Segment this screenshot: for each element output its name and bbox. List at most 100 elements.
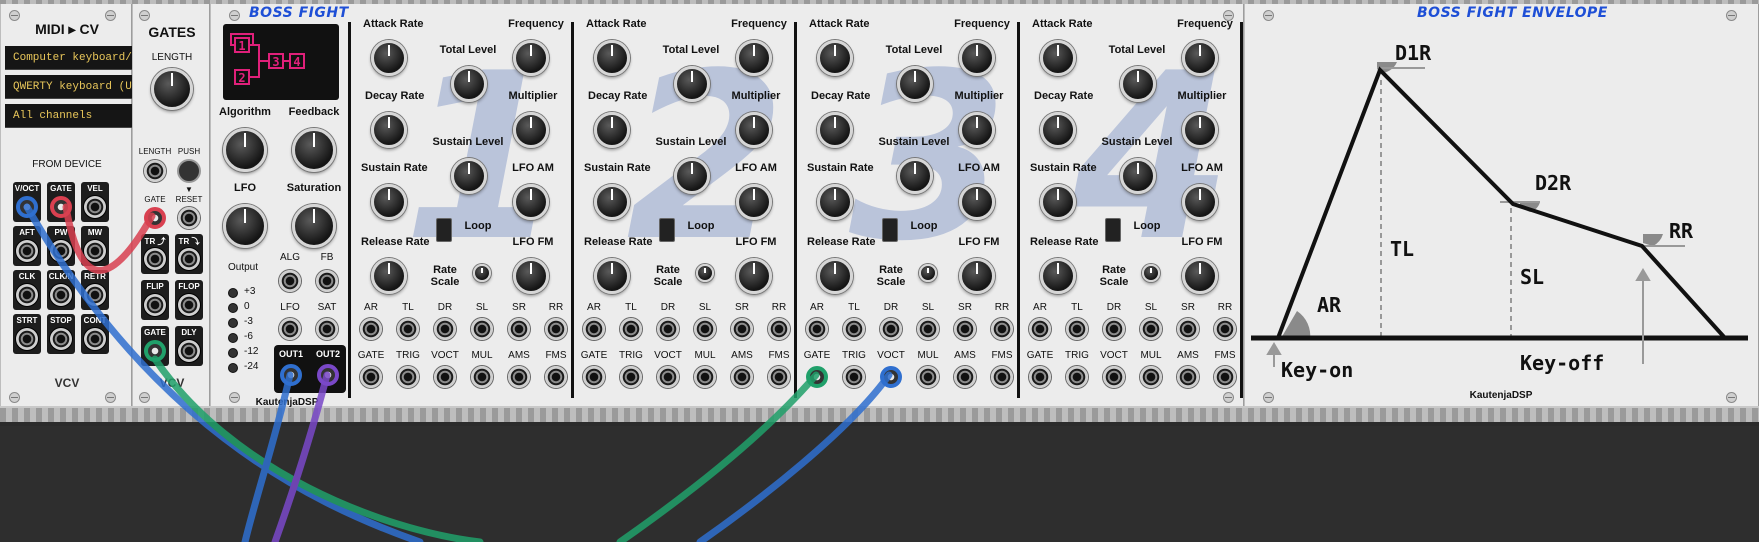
midi-driver-select[interactable]: Computer keyboard/mouse bbox=[5, 46, 132, 70]
cv-jack-sl[interactable] bbox=[694, 318, 716, 340]
cv-jack-ams[interactable] bbox=[1177, 366, 1199, 388]
voct-input-jack[interactable] bbox=[880, 366, 902, 388]
cv-jack-voct[interactable] bbox=[1103, 366, 1125, 388]
cv-jack-dr[interactable] bbox=[880, 318, 902, 340]
cv-jack-ar[interactable] bbox=[583, 318, 605, 340]
cv-jack-sl[interactable] bbox=[471, 318, 493, 340]
cv-jack-sr[interactable] bbox=[954, 318, 976, 340]
output-jack[interactable] bbox=[178, 248, 200, 270]
cv-jack-tl[interactable] bbox=[397, 318, 419, 340]
multiplier-knob[interactable] bbox=[513, 112, 549, 148]
lfo-am-knob[interactable] bbox=[736, 184, 772, 220]
cv-jack-fms[interactable] bbox=[768, 366, 790, 388]
multiplier-knob[interactable] bbox=[1182, 112, 1218, 148]
frequency-knob[interactable] bbox=[513, 40, 549, 76]
cv-jack-rr[interactable] bbox=[1214, 318, 1236, 340]
cv-jack-dr[interactable] bbox=[657, 318, 679, 340]
loop-switch[interactable] bbox=[882, 218, 898, 242]
frequency-knob[interactable] bbox=[736, 40, 772, 76]
out1-jack[interactable] bbox=[280, 364, 302, 386]
algorithm-knob[interactable] bbox=[223, 128, 267, 172]
cv-jack-gate[interactable] bbox=[1029, 366, 1051, 388]
midi-device-select[interactable]: QWERTY keyboard (US) bbox=[5, 75, 132, 99]
cv-jack-gate[interactable] bbox=[583, 366, 605, 388]
cv-jack-ar[interactable] bbox=[806, 318, 828, 340]
output-jack[interactable] bbox=[178, 294, 200, 316]
cv-jack-fms[interactable] bbox=[991, 366, 1013, 388]
rate-scale-knob[interactable] bbox=[473, 264, 491, 282]
sustain-level-knob[interactable] bbox=[451, 158, 487, 194]
cv-jack-tl[interactable] bbox=[1066, 318, 1088, 340]
total-level-knob[interactable] bbox=[451, 66, 487, 102]
sustain-rate-knob[interactable] bbox=[371, 184, 407, 220]
attack-rate-knob[interactable] bbox=[594, 40, 630, 76]
cv-jack-tl[interactable] bbox=[620, 318, 642, 340]
release-rate-knob[interactable] bbox=[1040, 258, 1076, 294]
decay-rate-knob[interactable] bbox=[817, 112, 853, 148]
cv-jack-rr[interactable] bbox=[768, 318, 790, 340]
decay-rate-knob[interactable] bbox=[1040, 112, 1076, 148]
lfo-fm-knob[interactable] bbox=[1182, 258, 1218, 294]
output-jack-clk[interactable] bbox=[16, 284, 38, 306]
cv-jack-sr[interactable] bbox=[1177, 318, 1199, 340]
attack-rate-knob[interactable] bbox=[817, 40, 853, 76]
output-jack-pw[interactable] bbox=[50, 240, 72, 262]
length-cv-jack[interactable] bbox=[144, 160, 166, 182]
decay-rate-knob[interactable] bbox=[594, 112, 630, 148]
loop-switch[interactable] bbox=[1105, 218, 1121, 242]
sustain-rate-knob[interactable] bbox=[594, 184, 630, 220]
push-button[interactable] bbox=[177, 159, 201, 183]
cv-jack-trig[interactable] bbox=[397, 366, 419, 388]
output-jack[interactable] bbox=[178, 340, 200, 362]
cv-jack-mul[interactable] bbox=[917, 366, 939, 388]
cv-jack-trig[interactable] bbox=[1066, 366, 1088, 388]
reset-jack[interactable] bbox=[178, 207, 200, 229]
multiplier-knob[interactable] bbox=[736, 112, 772, 148]
cv-jack-fms[interactable] bbox=[545, 366, 567, 388]
multiplier-knob[interactable] bbox=[959, 112, 995, 148]
output-jack-retr[interactable] bbox=[84, 284, 106, 306]
cv-jack-voct[interactable] bbox=[434, 366, 456, 388]
sat-cv-jack[interactable] bbox=[316, 318, 338, 340]
output-jack[interactable] bbox=[144, 294, 166, 316]
feedback-knob[interactable] bbox=[292, 128, 336, 172]
sustain-level-knob[interactable] bbox=[1120, 158, 1156, 194]
gate-input-jack[interactable] bbox=[806, 366, 828, 388]
lfo-fm-knob[interactable] bbox=[736, 258, 772, 294]
cv-jack-trig[interactable] bbox=[843, 366, 865, 388]
lfo-am-knob[interactable] bbox=[1182, 184, 1218, 220]
attack-rate-knob[interactable] bbox=[371, 40, 407, 76]
release-rate-knob[interactable] bbox=[817, 258, 853, 294]
total-level-knob[interactable] bbox=[1120, 66, 1156, 102]
cv-jack-rr[interactable] bbox=[545, 318, 567, 340]
saturation-knob[interactable] bbox=[292, 204, 336, 248]
total-level-knob[interactable] bbox=[674, 66, 710, 102]
rate-scale-knob[interactable] bbox=[696, 264, 714, 282]
output-jack[interactable] bbox=[144, 248, 166, 270]
decay-rate-knob[interactable] bbox=[371, 112, 407, 148]
output-jack-aft[interactable] bbox=[16, 240, 38, 262]
rate-scale-knob[interactable] bbox=[919, 264, 937, 282]
release-rate-knob[interactable] bbox=[594, 258, 630, 294]
output-jack-vel[interactable] bbox=[84, 196, 106, 218]
alg-cv-jack[interactable] bbox=[279, 270, 301, 292]
output-jack-strt[interactable] bbox=[16, 328, 38, 350]
loop-switch[interactable] bbox=[659, 218, 675, 242]
cv-jack-sr[interactable] bbox=[508, 318, 530, 340]
loop-switch[interactable] bbox=[436, 218, 452, 242]
output-jack-clkn[interactable] bbox=[50, 284, 72, 306]
length-knob[interactable] bbox=[151, 68, 193, 110]
frequency-knob[interactable] bbox=[1182, 40, 1218, 76]
lfo-fm-knob[interactable] bbox=[513, 258, 549, 294]
cv-jack-sl[interactable] bbox=[917, 318, 939, 340]
sustain-level-knob[interactable] bbox=[897, 158, 933, 194]
cv-jack-tl[interactable] bbox=[843, 318, 865, 340]
midi-channel-select[interactable]: All channels bbox=[5, 104, 132, 128]
lfo-cv-jack[interactable] bbox=[279, 318, 301, 340]
sustain-rate-knob[interactable] bbox=[1040, 184, 1076, 220]
rate-scale-knob[interactable] bbox=[1142, 264, 1160, 282]
sustain-rate-knob[interactable] bbox=[817, 184, 853, 220]
output-jack-gate[interactable] bbox=[50, 196, 72, 218]
lfo-am-knob[interactable] bbox=[959, 184, 995, 220]
cv-jack-sl[interactable] bbox=[1140, 318, 1162, 340]
